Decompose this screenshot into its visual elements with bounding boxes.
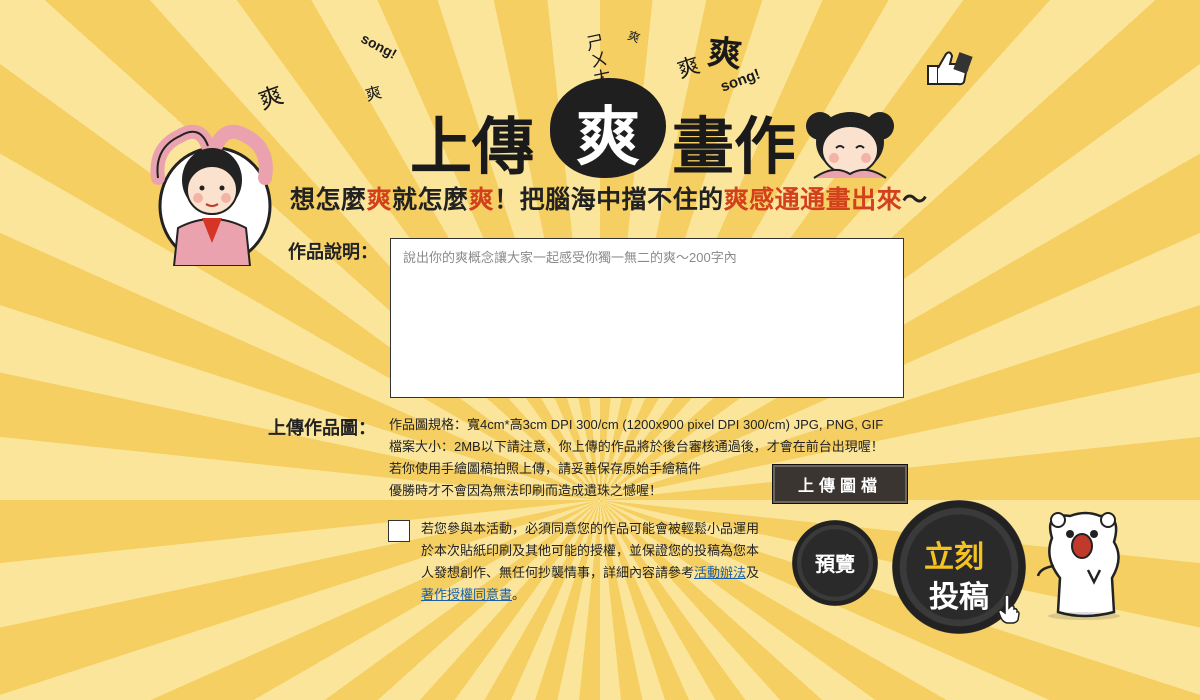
subtitle-highlight: 爽感通通畫出來 (723, 185, 903, 214)
spec-line: 檔案大小：2MB以下請注意，你上傳的作品將於後台審核通過後，才會在前台出現喔！ (389, 439, 884, 454)
agree-text: 若您參與本活動，必須同意您的作品可能會被輕鬆小品運用於本次貼紙印刷及其他可能的授… (421, 518, 766, 606)
girl-character-illustration (150, 124, 273, 266)
page-title: 上傳 爽 畫作 (410, 78, 810, 188)
page-subtitle: 想怎麼爽就怎麼爽！把腦海中擋不住的爽感通通畫出來～ (290, 180, 928, 216)
description-label: 作品說明： (288, 242, 378, 262)
subtitle-highlight: 爽 (366, 185, 393, 214)
agree-checkbox[interactable] (388, 520, 410, 542)
subtitle-part: ！把腦海中擋不住的 (494, 185, 724, 214)
upload-label: 上傳作品圖： (268, 418, 376, 438)
title-center: 爽 (576, 100, 640, 175)
submit-button[interactable]: 立刻 投稿 (892, 500, 1026, 634)
rules-link[interactable]: 活動辦法 (694, 565, 746, 580)
hand-pointer-icon (998, 594, 1020, 624)
subtitle-part: 就怎麼 (392, 185, 469, 214)
title-left: 上傳 (410, 110, 535, 183)
license-link[interactable]: 著作授權同意書 (421, 587, 512, 602)
decor-shuang-large: 爽 (705, 32, 744, 76)
decor-song: song! (358, 29, 400, 63)
preview-label: 預覽 (815, 552, 855, 576)
title-right: 畫作 (672, 110, 797, 183)
subtitle-part: 想怎麼 (290, 185, 367, 214)
description-field[interactable] (390, 238, 904, 398)
title-highlight-blob: 爽 (550, 78, 666, 178)
girl-face-illustration (806, 112, 894, 179)
preview-button[interactable]: 預覽 (792, 520, 878, 606)
upload-image-button[interactable]: 上傳圖檔 (772, 464, 908, 504)
agree-end: 。 (512, 587, 526, 602)
bear-character-illustration (1036, 511, 1120, 620)
submit-label-line1: 立刻 (924, 540, 984, 575)
thumbs-up-icon (927, 51, 973, 86)
decor-shuang: 爽 (625, 28, 642, 46)
subtitle-part: ～ (902, 185, 928, 214)
agree-and: 及 (746, 565, 760, 580)
description-textarea[interactable] (391, 239, 903, 397)
decor-shuang: 爽 (254, 80, 287, 116)
decor-shuang: 爽 (363, 82, 384, 105)
subtitle-highlight: 爽 (468, 185, 495, 214)
spec-line: 作品圖規格：寬4cm*高3cm DPI 300/cm (1200x900 pix… (389, 417, 884, 432)
